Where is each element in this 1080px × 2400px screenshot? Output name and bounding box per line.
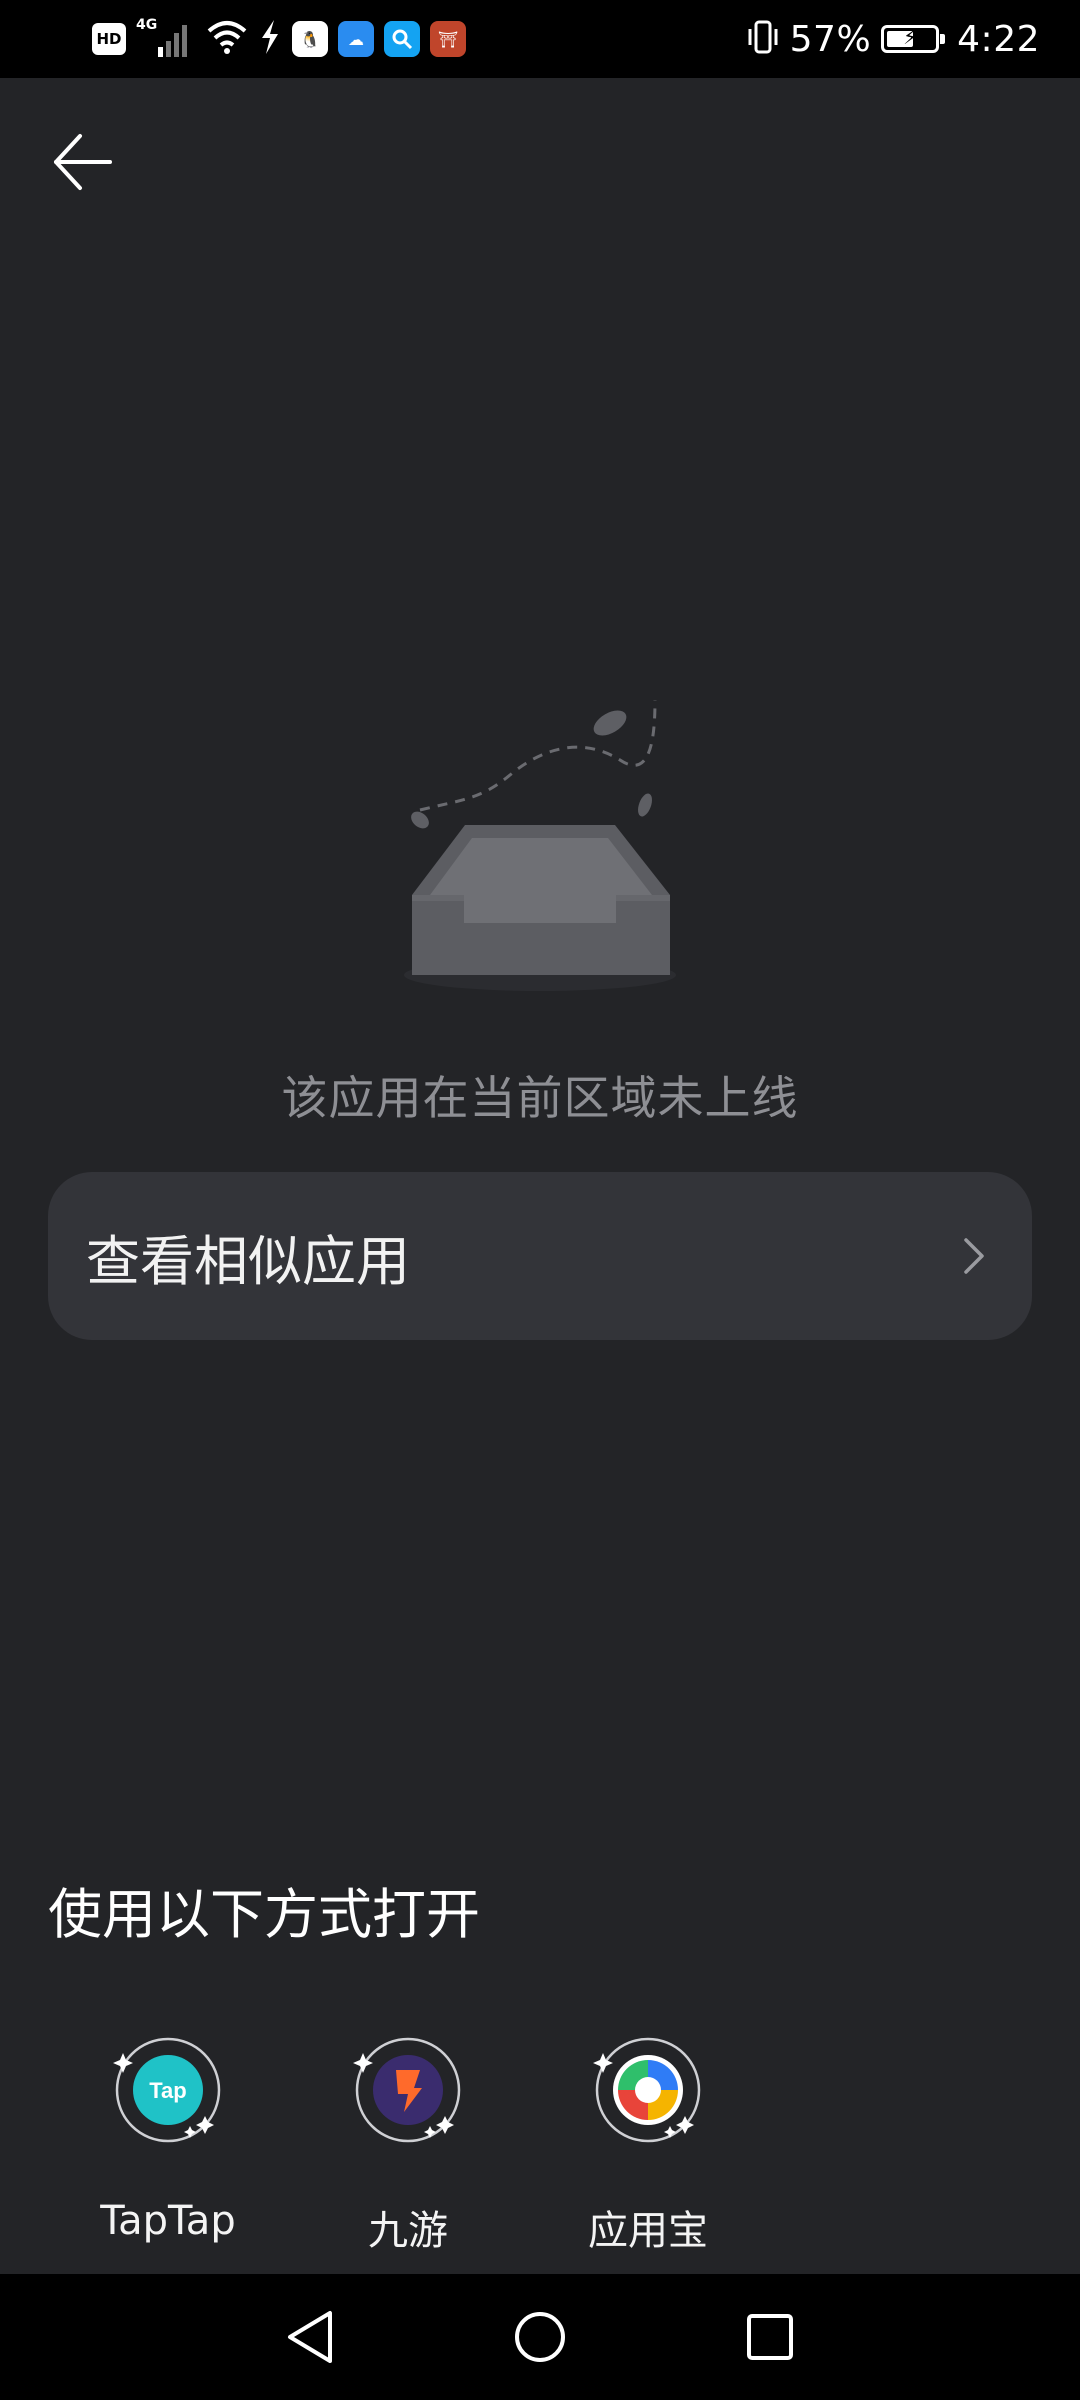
battery-percent: 57% — [789, 18, 872, 60]
app-option-taptap[interactable]: Tap TapTap — [48, 2030, 288, 2256]
qq-icon: 🐧 — [292, 21, 328, 57]
charging-bolt-icon: ⚡ — [903, 25, 918, 49]
chevron-right-icon — [964, 1238, 984, 1274]
nav-recents-button[interactable] — [655, 2274, 885, 2400]
nav-back-button[interactable] — [195, 2274, 425, 2400]
battery-icon: ⚡ — [881, 25, 946, 53]
jiuyou-icon — [348, 2030, 468, 2150]
cloud-icon: ☁ — [338, 21, 374, 57]
svg-text:Tap: Tap — [149, 2078, 186, 2103]
taptap-icon: Tap — [108, 2030, 228, 2150]
status-bar-left: HD 4G 🐧 ☁ ⛩ — [92, 17, 466, 61]
similar-apps-button[interactable]: 查看相似应用 — [48, 1172, 1032, 1340]
similar-apps-label: 查看相似应用 — [86, 1229, 410, 1293]
back-button[interactable] — [40, 120, 124, 204]
app-option-jiuyou[interactable]: 九游 — [288, 2030, 528, 2256]
nav-home-icon — [515, 2312, 565, 2362]
open-with-title: 使用以下方式打开 — [48, 1883, 480, 1946]
game-icon: ⛩ — [430, 21, 466, 57]
nav-recents-icon — [747, 2314, 793, 2360]
hd-badge: HD — [92, 23, 126, 55]
app-label-jiuyou: 九游 — [368, 2208, 448, 2254]
nav-back-icon — [288, 2311, 332, 2363]
empty-inbox-icon — [380, 680, 700, 1010]
signal-icon: 4G — [136, 17, 196, 59]
status-bar-right: 57% ⚡ 4:22 — [746, 14, 1040, 64]
status-bar: HD 4G 🐧 ☁ ⛩ 57% ⚡ 4:22 — [0, 0, 1080, 78]
search-app-icon — [384, 21, 420, 57]
wifi-icon — [206, 17, 248, 61]
navigation-bar — [0, 2274, 1080, 2400]
open-with-app-list: Tap TapTap 九游 应用宝 — [48, 2030, 768, 2256]
app-label-yingyongbao: 应用宝 — [588, 2208, 708, 2254]
flash-charge-icon — [258, 18, 282, 60]
back-arrow-icon — [54, 134, 112, 190]
vibrate-icon — [746, 19, 780, 59]
yingyongbao-icon — [588, 2030, 708, 2150]
empty-state-message: 该应用在当前区域未上线 — [281, 1071, 799, 1125]
app-option-yingyongbao[interactable]: 应用宝 — [528, 2030, 768, 2256]
app-label-taptap: TapTap — [100, 2198, 236, 2244]
nav-home-button[interactable] — [425, 2274, 655, 2400]
clock: 4:22 — [957, 18, 1040, 60]
